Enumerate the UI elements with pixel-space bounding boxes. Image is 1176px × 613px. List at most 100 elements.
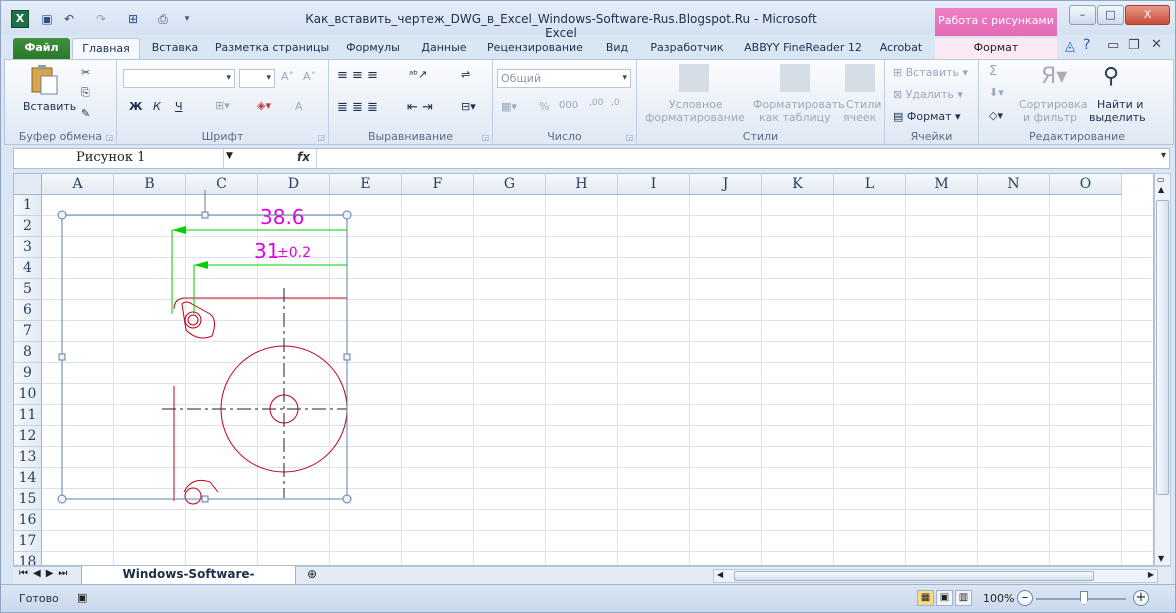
worksheet-grid[interactable]: ABCDEFGHIJKLMNO 1 2 3 4 5 6 7 8 9 10 11 12 13 14 15 16 1… bbox=[13, 173, 1154, 566]
bold-button[interactable]: Ж bbox=[129, 100, 142, 113]
clear-icon[interactable]: ◇▾ bbox=[989, 109, 1003, 122]
horizontal-scroll-thumb[interactable] bbox=[734, 571, 1094, 581]
row-header[interactable]: 8 bbox=[14, 342, 42, 363]
tab-view[interactable]: Вид bbox=[601, 38, 633, 59]
macro-record-icon[interactable]: ▣ bbox=[77, 591, 87, 604]
tab-developer[interactable]: Разработчик bbox=[645, 38, 729, 59]
save-icon[interactable]: ▣ bbox=[39, 11, 55, 27]
name-box[interactable]: Рисунок 1 bbox=[14, 149, 224, 168]
currency-icon[interactable]: ▦▾ bbox=[501, 100, 517, 113]
tab-home[interactable]: Главная bbox=[72, 38, 140, 59]
insert-cells-button[interactable]: ⊞ Вставить ▾ bbox=[893, 66, 968, 79]
row-header[interactable]: 16 bbox=[14, 510, 42, 531]
horizontal-scrollbar[interactable]: ◀ ▶ bbox=[713, 569, 1158, 583]
column-header[interactable]: K bbox=[762, 174, 834, 195]
column-header[interactable]: D bbox=[258, 174, 330, 195]
column-header[interactable]: M bbox=[906, 174, 978, 195]
row-header[interactable]: 5 bbox=[14, 279, 42, 300]
italic-button[interactable]: К bbox=[153, 100, 161, 113]
vertical-scroll-thumb[interactable] bbox=[1156, 200, 1169, 495]
tab-formulas[interactable]: Формулы bbox=[343, 38, 403, 59]
sort-filter-label[interactable]: Сортировка bbox=[1019, 98, 1088, 111]
row-header[interactable]: 6 bbox=[14, 300, 42, 321]
number-format-combo[interactable]: Общий bbox=[497, 69, 631, 88]
tab-abbyy[interactable]: ABBYY FineReader 12 bbox=[741, 38, 865, 59]
find-select-icon[interactable]: ⚲ bbox=[1103, 64, 1133, 92]
column-header[interactable]: G bbox=[474, 174, 546, 195]
cell-styles-icon[interactable] bbox=[845, 64, 875, 92]
increase-decimal-button[interactable]: ,00 bbox=[589, 98, 603, 108]
fill-icon[interactable]: ⬇▾ bbox=[989, 86, 1004, 99]
insert-function-button[interactable]: fx bbox=[297, 150, 310, 164]
column-header[interactable]: L bbox=[834, 174, 906, 195]
row-header[interactable]: 13 bbox=[14, 447, 42, 468]
doc-minimize-icon[interactable]: ▭ bbox=[1107, 38, 1119, 53]
minimize-ribbon-icon[interactable]: ◬ bbox=[1065, 39, 1075, 54]
row-header[interactable]: 9 bbox=[14, 363, 42, 384]
row-header[interactable]: 14 bbox=[14, 468, 42, 489]
column-header[interactable]: B bbox=[114, 174, 186, 195]
indent-icon[interactable]: ⇤ ⇥ bbox=[407, 100, 433, 115]
insert-sheet-icon[interactable]: ⊕ bbox=[307, 567, 317, 581]
select-all-corner[interactable] bbox=[14, 174, 42, 195]
normal-view-button[interactable]: ▦ bbox=[917, 590, 934, 606]
redo-icon[interactable]: ↷ bbox=[93, 11, 109, 27]
column-header[interactable]: J bbox=[690, 174, 762, 195]
format-as-table-icon[interactable] bbox=[780, 64, 810, 92]
orientation-icon[interactable]: ᵃᵇ↗ bbox=[409, 68, 427, 81]
formula-input[interactable] bbox=[320, 149, 1150, 168]
zoom-in-button[interactable]: + bbox=[1133, 590, 1149, 606]
row-header[interactable]: 1 bbox=[14, 195, 42, 216]
fill-color-icon[interactable]: ◈▾ bbox=[257, 99, 271, 112]
row-header[interactable]: 7 bbox=[14, 321, 42, 342]
font-color-button[interactable]: A bbox=[295, 100, 303, 113]
align-left-icon[interactable]: ≣ ≣ ≣ bbox=[337, 100, 378, 115]
alignment-launcher-icon[interactable]: ◲ bbox=[481, 133, 489, 142]
number-launcher-icon[interactable]: ◲ bbox=[625, 133, 633, 142]
format-as-table-label-2[interactable]: как таблицу bbox=[759, 111, 831, 124]
format-painter-icon[interactable]: ✎ bbox=[81, 107, 90, 120]
row-header[interactable]: 12 bbox=[14, 426, 42, 447]
row-header[interactable]: 10 bbox=[14, 384, 42, 405]
minimize-button[interactable]: – bbox=[1069, 5, 1096, 25]
row-header[interactable]: 18 bbox=[14, 552, 42, 565]
zoom-level[interactable]: 100% bbox=[983, 592, 1014, 605]
thousands-button[interactable]: 000 bbox=[559, 100, 578, 111]
print-preview-icon[interactable]: ⎙ bbox=[155, 11, 171, 27]
underline-button[interactable]: Ч bbox=[175, 100, 183, 113]
column-header[interactable]: I bbox=[618, 174, 690, 195]
vertical-scrollbar[interactable]: ▭ ▲ ▼ bbox=[1154, 173, 1171, 566]
borders-icon[interactable]: ⊞▾ bbox=[215, 99, 230, 112]
zoom-out-button[interactable]: – bbox=[1017, 590, 1033, 606]
close-button[interactable]: X bbox=[1125, 5, 1170, 25]
undo-icon[interactable]: ↶ bbox=[61, 11, 77, 27]
row-header[interactable]: 17 bbox=[14, 531, 42, 552]
align-top-icon[interactable]: ≡ ≡ ≡ bbox=[337, 68, 378, 83]
tab-page-layout[interactable]: Разметка страницы bbox=[213, 38, 331, 59]
decrease-decimal-button[interactable]: ,0 bbox=[611, 98, 620, 108]
paste-icon[interactable] bbox=[29, 64, 59, 95]
wrap-text-icon[interactable]: ⇌ bbox=[461, 68, 470, 81]
find-select-label-2[interactable]: выделить bbox=[1089, 111, 1146, 124]
excel-app-icon[interactable]: X bbox=[11, 10, 29, 28]
format-as-table-label[interactable]: Форматировать bbox=[753, 98, 845, 111]
conditional-format-icon[interactable] bbox=[679, 64, 709, 92]
column-header[interactable]: N bbox=[978, 174, 1050, 195]
doc-close-icon[interactable]: ✕ bbox=[1151, 37, 1162, 52]
row-header[interactable]: 15 bbox=[14, 489, 42, 510]
sheet-tab-active[interactable]: Windows-Software-RUS.Blogspot bbox=[81, 566, 296, 598]
split-box-icon[interactable]: ▭ bbox=[1157, 175, 1165, 184]
row-header[interactable]: 11 bbox=[14, 405, 42, 426]
row-header[interactable]: 3 bbox=[14, 237, 42, 258]
tab-data[interactable]: Данные bbox=[416, 38, 472, 59]
cell-styles-label-2[interactable]: ячеек bbox=[843, 111, 876, 124]
tab-format[interactable]: Формат bbox=[935, 38, 1057, 59]
conditional-format-label-2[interactable]: форматирование bbox=[645, 111, 745, 124]
scroll-right-icon[interactable]: ▶ bbox=[1148, 570, 1154, 579]
column-header[interactable]: F bbox=[402, 174, 474, 195]
page-break-view-button[interactable]: ▥ bbox=[955, 590, 972, 606]
scroll-left-icon[interactable]: ◀ bbox=[717, 570, 723, 579]
percent-button[interactable]: % bbox=[539, 100, 549, 113]
font-launcher-icon[interactable]: ◲ bbox=[317, 133, 325, 142]
column-header[interactable]: A bbox=[42, 174, 114, 195]
